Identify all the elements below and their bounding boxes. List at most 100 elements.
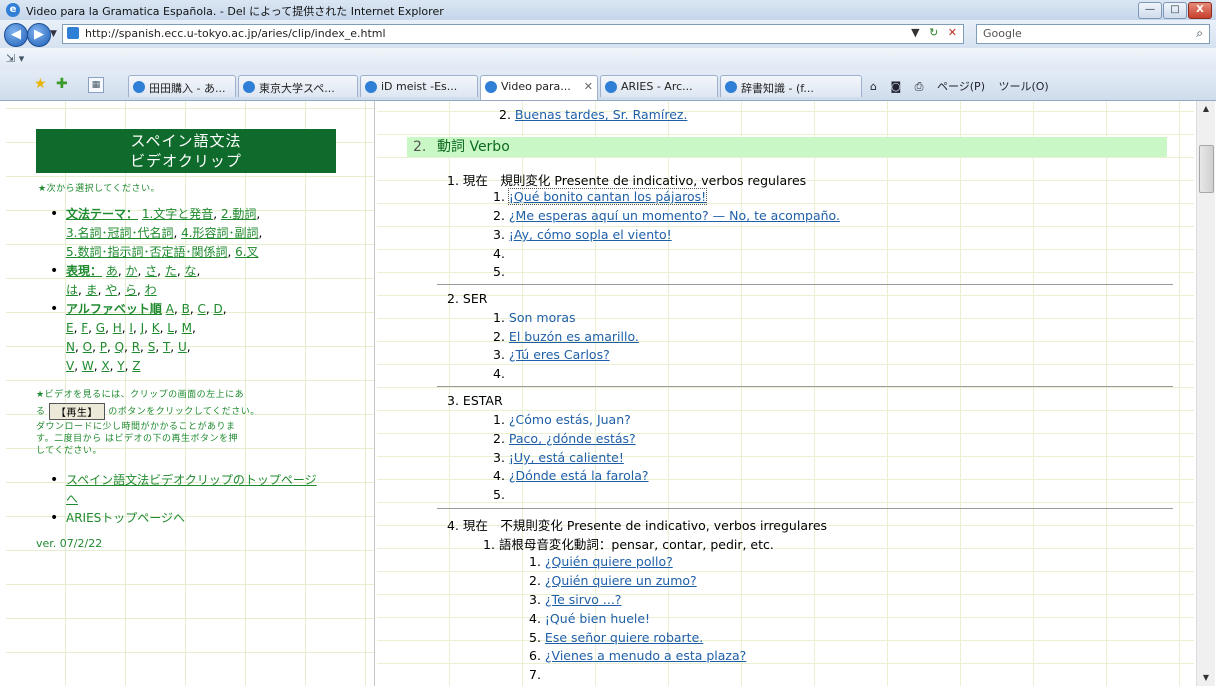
clip-link[interactable]: ¿Vienes a menudo a esta plaza? [545,648,746,663]
clip-link[interactable]: Ese señor quiere robarte. [545,630,703,645]
link-letter[interactable]: J [141,321,145,335]
link-letter[interactable]: X [101,359,109,373]
tab-3[interactable]: iD meist -Es... [360,75,478,97]
content-scrollbar[interactable]: ▲ ▼ [1196,101,1215,686]
tab-4-active[interactable]: Video para... ✕ [480,75,598,100]
link-letter[interactable]: W [82,359,94,373]
link-letter[interactable]: O [83,340,92,354]
link-theme-1[interactable]: 1.文字と発音 [142,207,213,221]
search-icon[interactable]: ⌕ [1196,26,1203,41]
toolbar-options-icon[interactable]: ⇲ ▾ [6,52,24,65]
clip-link[interactable]: ¡Uy, está caliente! [509,450,624,465]
link-theme-6[interactable]: 6.叉 [235,245,258,259]
item-number: 3. [493,227,505,242]
tab-5[interactable]: ARIES - Arc... [600,75,718,97]
link-kana[interactable]: か [126,264,138,278]
aries-top-page-link[interactable]: ARIESトップページへ [66,511,185,525]
link-letter[interactable]: H [113,321,122,335]
home-icon[interactable]: ⌂ [870,80,877,93]
link-letter[interactable]: C [197,302,205,316]
clip-link[interactable]: ¿Tú eres Carlos? [509,347,610,362]
link-letter[interactable]: V [66,359,74,373]
section-title: 動詞 Verbo [437,139,510,155]
link-letter[interactable]: P [100,340,107,354]
stop-icon[interactable]: ✕ [948,26,957,39]
link-letter[interactable]: A [166,302,174,316]
add-favorite-icon[interactable]: ✚ [56,76,68,92]
maximize-button[interactable]: □ [1163,2,1187,19]
item-number: 6. [529,648,541,663]
address-field[interactable]: http://spanish.ecc.u-tokyo.ac.jp/aries/c… [62,24,964,44]
link-kana[interactable]: は [66,283,78,297]
link-kana[interactable]: ら [125,283,137,297]
url-text[interactable]: http://spanish.ecc.u-tokyo.ac.jp/aries/c… [85,27,386,40]
minimize-button[interactable]: — [1138,2,1162,19]
clip-link[interactable]: ¿Dónde está la farola? [509,468,649,483]
sidebar-bottom-links: スペイン語文法ビデオクリップのトップページへ ARIESトップページへ [46,471,326,528]
link-kana[interactable]: わ [145,283,157,297]
address-dropdown-icon[interactable]: ▼ [911,26,919,39]
link-letter[interactable]: Y [117,359,124,373]
clip-link[interactable]: ¿Quién quiere pollo? [545,554,673,569]
link-letter[interactable]: T [163,340,170,354]
close-button[interactable]: X [1188,2,1212,19]
link-letter[interactable]: Q [115,340,124,354]
link-letter[interactable]: R [132,340,140,354]
clip-link[interactable]: ¿Te sirvo ...? [545,592,622,607]
sidebar-item-expressions: 表現： あ, か, さ, た, な, は, ま, や, ら, わ [46,262,346,300]
search-field[interactable]: Google ⌕ [976,24,1210,44]
clip-link[interactable]: Buenas tardes, Sr. Ramírez. [515,107,688,122]
link-letter[interactable]: S [148,340,156,354]
tab-close-icon[interactable]: ✕ [584,80,593,93]
print-icon[interactable]: ⎙ [915,80,924,93]
link-kana[interactable]: さ [145,264,157,278]
tab-6[interactable]: 辞書知識 - (f... [720,75,862,97]
favorites-star-icon[interactable]: ★ [34,76,47,92]
link-theme-5[interactable]: 5.数詞･指示詞･否定語･関係詞 [66,245,227,259]
history-dropdown-icon[interactable]: ▼ [50,29,57,39]
scroll-down-arrow-icon[interactable]: ▼ [1197,670,1215,686]
link-letter[interactable]: D [213,302,222,316]
link-letter[interactable]: G [96,321,105,335]
link-theme-3[interactable]: 3.名詞･冠詞･代名詞 [66,226,173,240]
link-letter[interactable]: L [167,321,174,335]
group-title: 現在 規則変化 Presente de indicativo, verbos r… [462,173,807,188]
link-theme-2[interactable]: 2.動詞 [221,207,256,221]
clip-link[interactable]: El buzón es amarillo. [509,329,639,344]
clip-top-page-link[interactable]: スペイン語文法ビデオクリップのトップページへ [66,473,317,506]
scroll-thumb[interactable] [1199,145,1214,193]
group-number: 1. [447,173,459,188]
tools-menu[interactable]: ツール(O) [998,80,1048,93]
link-letter[interactable]: Z [132,359,140,373]
clip-link[interactable]: ¡Qué bonito cantan los pájaros! [507,188,708,205]
link-letter[interactable]: M [182,321,192,335]
tab-2[interactable]: 東京大学スペ... [238,75,358,97]
link-letter[interactable]: K [152,321,160,335]
link-letter[interactable]: I [129,321,133,335]
link-kana[interactable]: ま [86,283,98,297]
tab-1[interactable]: 田田購入 - あ... [128,75,236,97]
clip-link[interactable]: ¿Quién quiere un zumo? [545,573,697,588]
refresh-icon[interactable]: ↻ [929,26,938,39]
link-kana[interactable]: た [165,264,177,278]
link-letter[interactable]: B [182,302,190,316]
clip-link[interactable]: ¡Ay, cómo sopla el viento! [509,227,672,242]
quick-tabs-icon[interactable]: ▦ [88,77,104,93]
link-kana[interactable]: な [184,264,196,278]
link-letter[interactable]: E [66,321,74,335]
back-button[interactable]: ◀ [4,23,28,47]
list-item: スペイン語文法ビデオクリップのトップページへ [46,471,326,509]
feeds-icon[interactable]: ◙ [890,80,901,93]
forward-button[interactable]: ▶ [27,23,51,47]
clip-link[interactable]: ¿Me esperas aquí un momento? — No, te ac… [509,208,840,223]
link-kana[interactable]: あ [106,264,118,278]
link-theme-4[interactable]: 4.形容詞･副詞 [181,226,258,240]
scroll-up-arrow-icon[interactable]: ▲ [1197,101,1215,117]
clip-link[interactable]: Son moras [509,310,576,325]
link-letter[interactable]: U [178,340,187,354]
clip-link[interactable]: Paco, ¿dónde estás? [509,431,636,446]
page-menu[interactable]: ページ(P) [937,80,985,93]
link-letter[interactable]: F [81,321,88,335]
link-letter[interactable]: N [66,340,75,354]
link-kana[interactable]: や [105,283,117,297]
